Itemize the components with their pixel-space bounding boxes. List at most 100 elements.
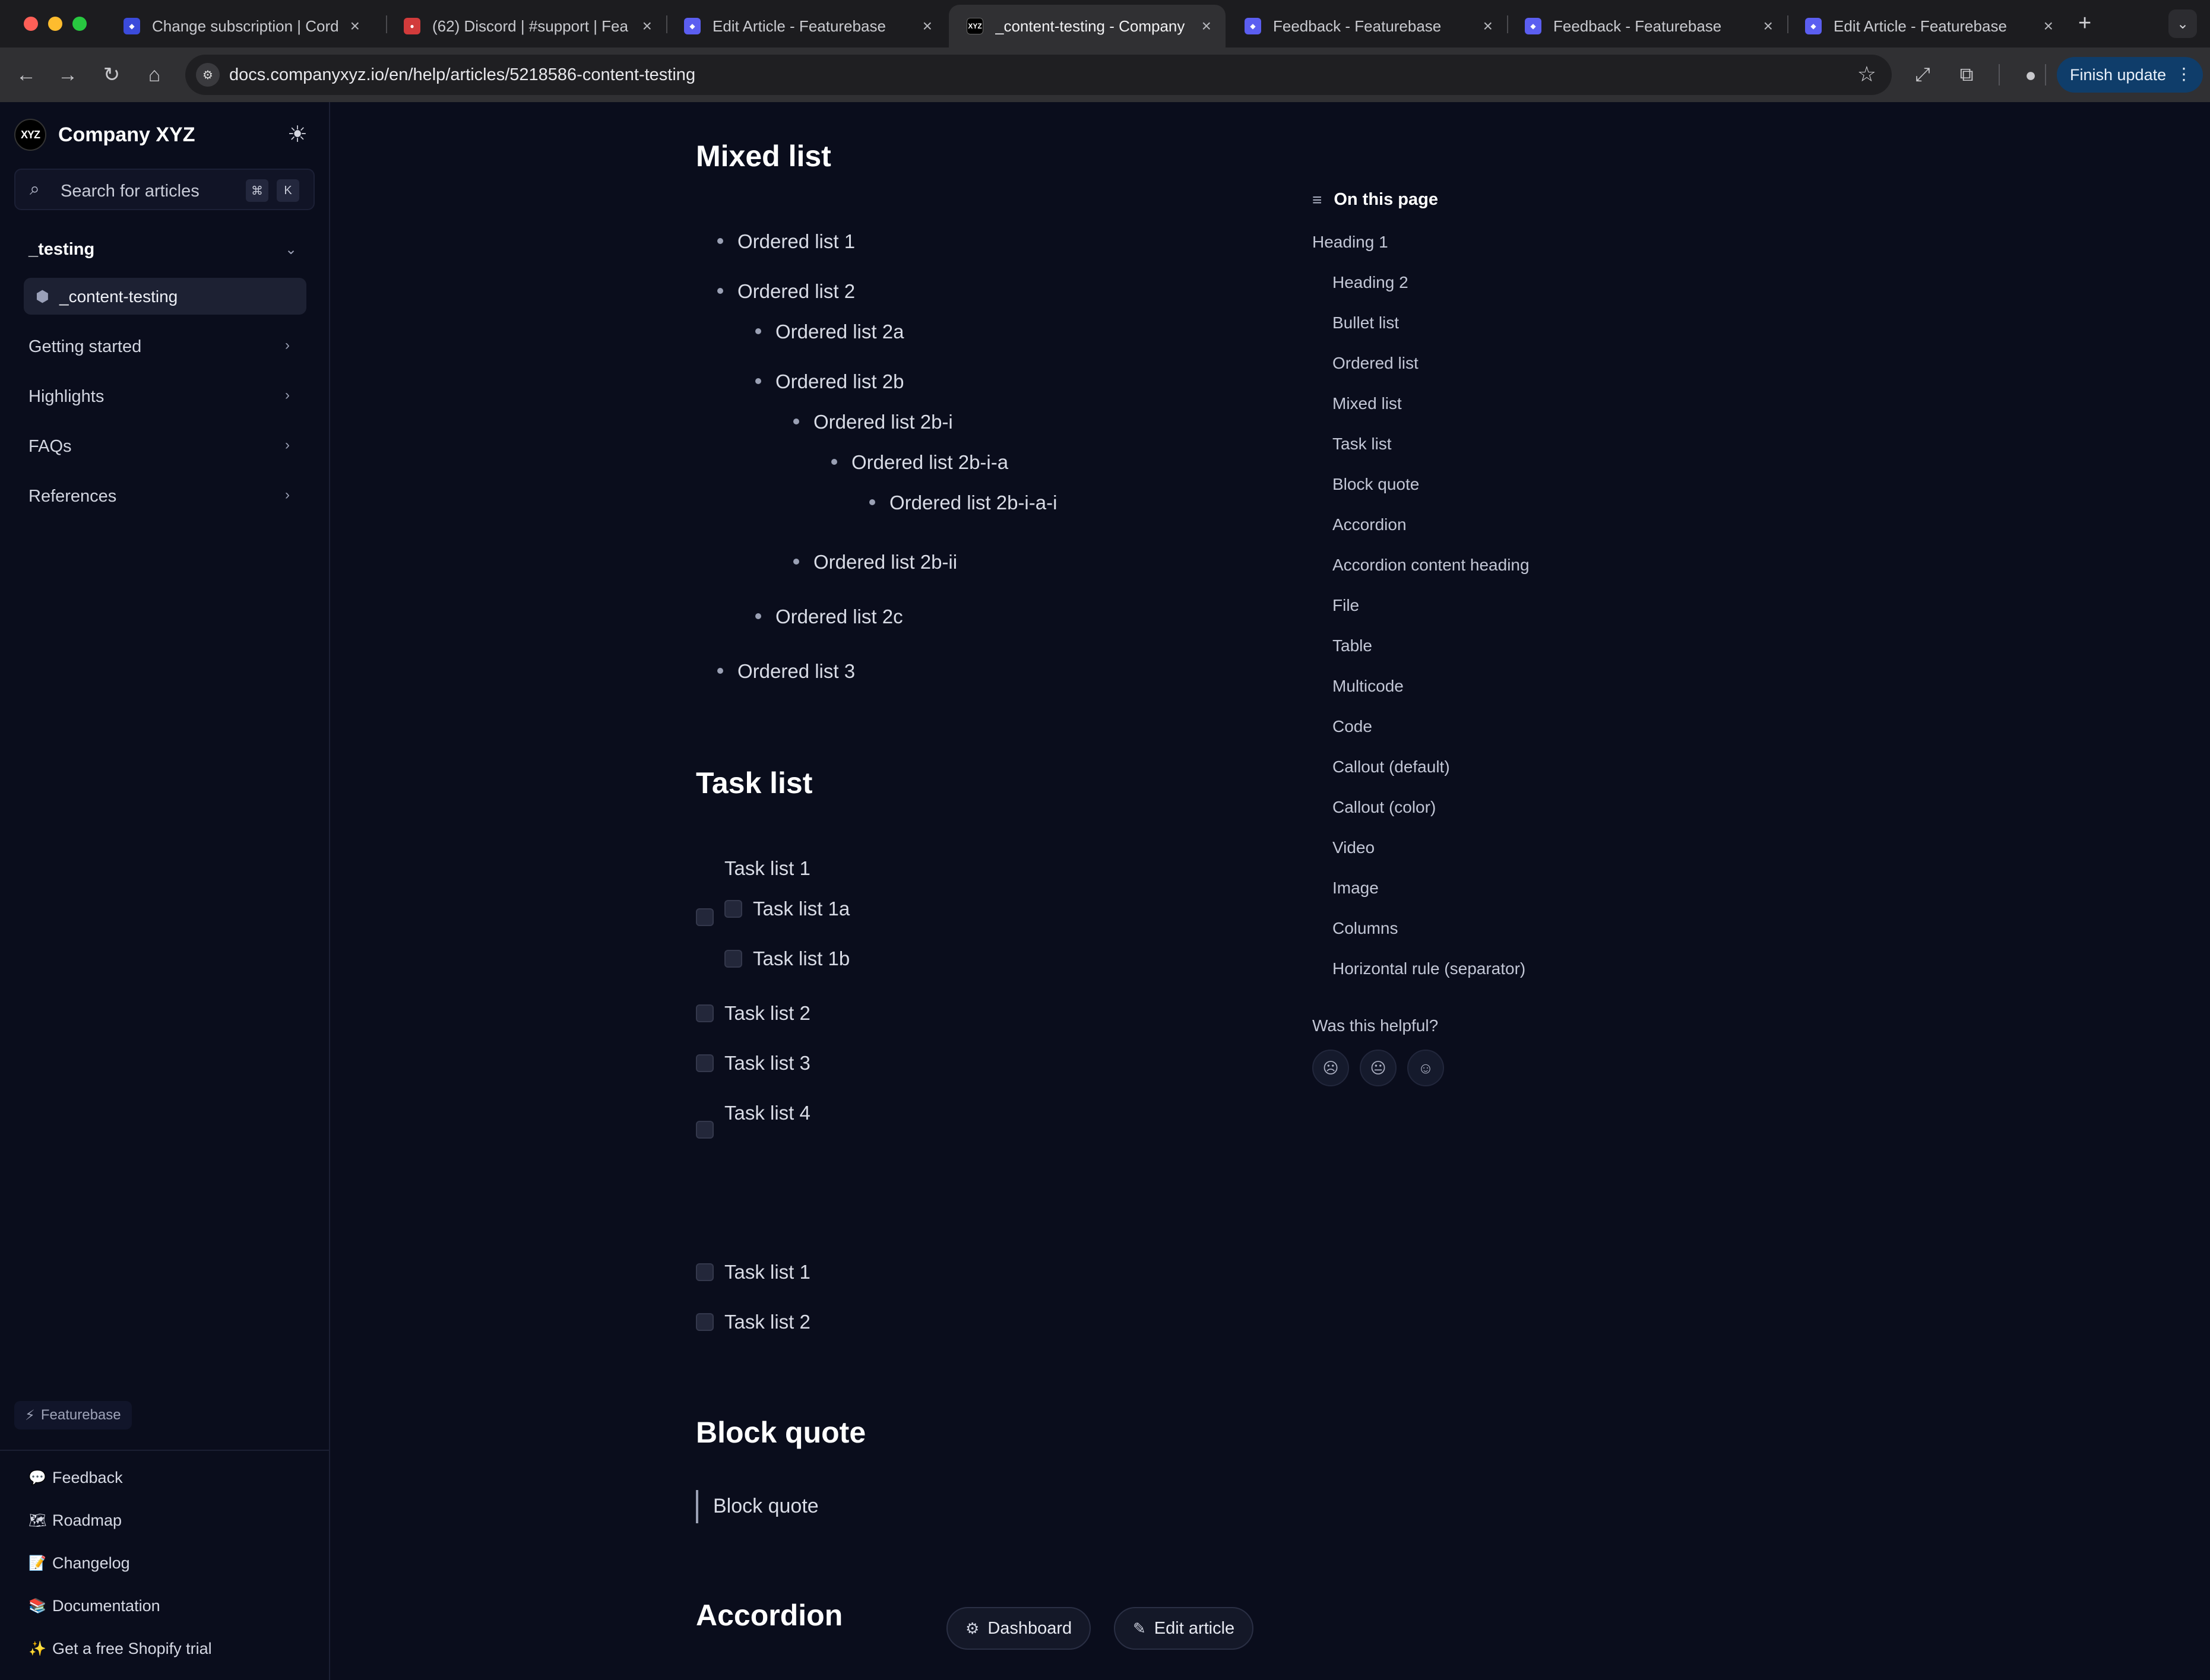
toc-item[interactable]: Multicode: [1332, 677, 1404, 696]
browser-tab[interactable]: ◆ Change subscription | Cordne ×: [106, 5, 374, 47]
finish-update-button[interactable]: Finish update ⋮: [2057, 57, 2203, 93]
sidebar-section-testing[interactable]: _testing: [29, 240, 94, 259]
search-icon: ⌕: [30, 179, 40, 199]
address-bar[interactable]: ⚙ docs.companyxyz.io/en/help/articles/52…: [185, 55, 1892, 95]
chevron-right-icon[interactable]: ›: [285, 487, 290, 503]
theme-toggle-sun-icon[interactable]: ☀: [287, 121, 308, 148]
happy-face-icon[interactable]: ☺: [1407, 1050, 1444, 1086]
sad-face-icon[interactable]: ☹: [1312, 1050, 1349, 1086]
toc-item[interactable]: Heading 1: [1312, 233, 1388, 252]
list-item: Ordered list 2: [717, 280, 855, 303]
address-url[interactable]: docs.companyxyz.io/en/help/articles/5218…: [229, 65, 695, 85]
toc-item[interactable]: Ordered list: [1332, 354, 1419, 373]
toc-item[interactable]: Image: [1332, 879, 1379, 898]
tab-search-chevron-icon[interactable]: ⌄: [2168, 9, 2197, 38]
brand-home-link[interactable]: XYZ Company XYZ: [14, 119, 195, 151]
toc-item[interactable]: Heading 2: [1332, 273, 1408, 292]
sidebar-section-references[interactable]: References: [29, 487, 116, 506]
task-label: Task list 1a: [753, 898, 850, 920]
task-checkbox[interactable]: [724, 950, 742, 968]
star-icon[interactable]: ☆: [1857, 62, 1876, 87]
sidebar-link-shopify-trial[interactable]: ✨ Get a free Shopify trial: [29, 1640, 212, 1658]
profile-avatar-icon[interactable]: ●: [2016, 61, 2045, 89]
more-vertical-icon[interactable]: ⋮: [2176, 64, 2192, 84]
reload-icon[interactable]: ↻: [97, 61, 126, 89]
chevron-right-icon[interactable]: ›: [285, 337, 290, 354]
dashboard-button[interactable]: ⚙ Dashboard: [946, 1607, 1091, 1650]
browser-tab[interactable]: ◆ Edit Article - Featurebase ×: [666, 5, 946, 47]
toc-item[interactable]: Video: [1332, 838, 1375, 857]
tab-close-icon[interactable]: ×: [350, 17, 360, 36]
toc-item[interactable]: Accordion: [1332, 515, 1407, 534]
browser-tab[interactable]: ◆ Feedback - Featurebase ×: [1227, 5, 1507, 47]
window-close-button[interactable]: [24, 17, 38, 31]
toc-item[interactable]: File: [1332, 596, 1359, 615]
task-checkbox[interactable]: [696, 1121, 714, 1139]
list-item: Ordered list 2a: [755, 321, 904, 343]
tab-favicon-icon: ●: [404, 18, 420, 34]
back-arrow-icon[interactable]: ←: [12, 61, 40, 89]
window-minimize-button[interactable]: [48, 17, 62, 31]
toc-item[interactable]: Callout (default): [1332, 757, 1450, 776]
extensions-puzzle-icon[interactable]: ⧉: [1952, 61, 1981, 89]
chevron-right-icon[interactable]: ›: [285, 437, 290, 454]
toc-item[interactable]: Code: [1332, 717, 1372, 736]
sidebar-link-feedback[interactable]: 💬 Feedback: [29, 1469, 123, 1487]
site-info-icon[interactable]: ⚙: [196, 63, 220, 87]
powered-by-featurebase-link[interactable]: ⚡ Featurebase: [14, 1401, 132, 1429]
browser-tab[interactable]: ◆ Feedback - Featurebase ×: [1507, 5, 1787, 47]
browser-tab-active[interactable]: XYZ _content-testing - Company ×: [949, 5, 1226, 47]
browser-tab-strip: ◆ Change subscription | Cordne × ● (62) …: [0, 0, 2210, 47]
neutral-face-icon[interactable]: 😐: [1360, 1050, 1397, 1086]
expand-icon[interactable]: ⤢: [1908, 61, 1937, 89]
list-item: Ordered list 2c: [755, 606, 903, 628]
toc-item[interactable]: Mixed list: [1332, 394, 1402, 413]
tab-close-icon[interactable]: ×: [2044, 17, 2053, 36]
toc-item[interactable]: Block quote: [1332, 475, 1419, 494]
task-label: Task list 1: [724, 857, 810, 879]
tab-close-icon[interactable]: ×: [923, 17, 932, 36]
chevron-down-icon[interactable]: ⌄: [285, 241, 297, 258]
new-tab-button[interactable]: +: [2078, 11, 2091, 36]
toc-item[interactable]: Columns: [1332, 919, 1398, 938]
brand-logo: XYZ: [14, 119, 46, 151]
sparkles-icon: ✨: [29, 1641, 46, 1657]
task-checkbox[interactable]: [696, 1054, 714, 1072]
brand-name: Company XYZ: [58, 123, 195, 146]
forward-arrow-icon[interactable]: →: [53, 61, 82, 89]
toc-item[interactable]: Bullet list: [1332, 313, 1399, 332]
sidebar-section-getting-started[interactable]: Getting started: [29, 337, 141, 357]
browser-tab[interactable]: ● (62) Discord | #support | Fea ×: [386, 5, 666, 47]
toc-item[interactable]: Task list: [1332, 435, 1392, 454]
tab-close-icon[interactable]: ×: [1483, 17, 1493, 36]
task-checkbox[interactable]: [696, 1004, 714, 1022]
sidebar-link-documentation[interactable]: 📚 Documentation: [29, 1597, 160, 1615]
search-placeholder: Search for articles: [61, 182, 200, 201]
toc-item[interactable]: Horizontal rule (separator): [1332, 959, 1525, 978]
sidebar-section-highlights[interactable]: Highlights: [29, 387, 104, 407]
toc-item[interactable]: Callout (color): [1332, 798, 1436, 817]
task-checkbox[interactable]: [724, 900, 742, 918]
list-lines-icon: ≡: [1312, 190, 1322, 209]
task-checkbox[interactable]: [696, 1263, 714, 1281]
browser-tab[interactable]: ◆ Edit Article - Featurebase ×: [1787, 5, 2067, 47]
sidebar-item-content-testing[interactable]: ⬢ _content-testing: [24, 278, 306, 315]
sidebar-link-roadmap[interactable]: 🗺 Roadmap: [29, 1511, 122, 1530]
sidebar-link-changelog[interactable]: 📝 Changelog: [29, 1554, 130, 1573]
sidebar-section-faqs[interactable]: FAQs: [29, 437, 72, 457]
search-input[interactable]: ⌕ Search for articles ⌘ K: [14, 169, 315, 210]
tab-close-icon[interactable]: ×: [1202, 17, 1211, 36]
tab-close-icon[interactable]: ×: [1763, 17, 1773, 36]
chevron-right-icon[interactable]: ›: [285, 387, 290, 404]
task-checkbox[interactable]: [696, 908, 714, 926]
edit-article-button[interactable]: ✎ Edit article: [1114, 1607, 1254, 1650]
window-zoom-button[interactable]: [72, 17, 87, 31]
tab-close-icon[interactable]: ×: [642, 17, 652, 36]
toc-item[interactable]: Accordion content heading: [1332, 556, 1530, 575]
task-label: Task list 4: [724, 1102, 810, 1124]
task-checkbox[interactable]: [696, 1313, 714, 1331]
home-icon[interactable]: ⌂: [140, 61, 169, 89]
article-content: Mixed list Ordered list 1 Ordered list 2…: [331, 102, 2210, 1680]
toc-item[interactable]: Table: [1332, 636, 1372, 655]
shortcut-key-cmd: ⌘: [246, 179, 268, 202]
